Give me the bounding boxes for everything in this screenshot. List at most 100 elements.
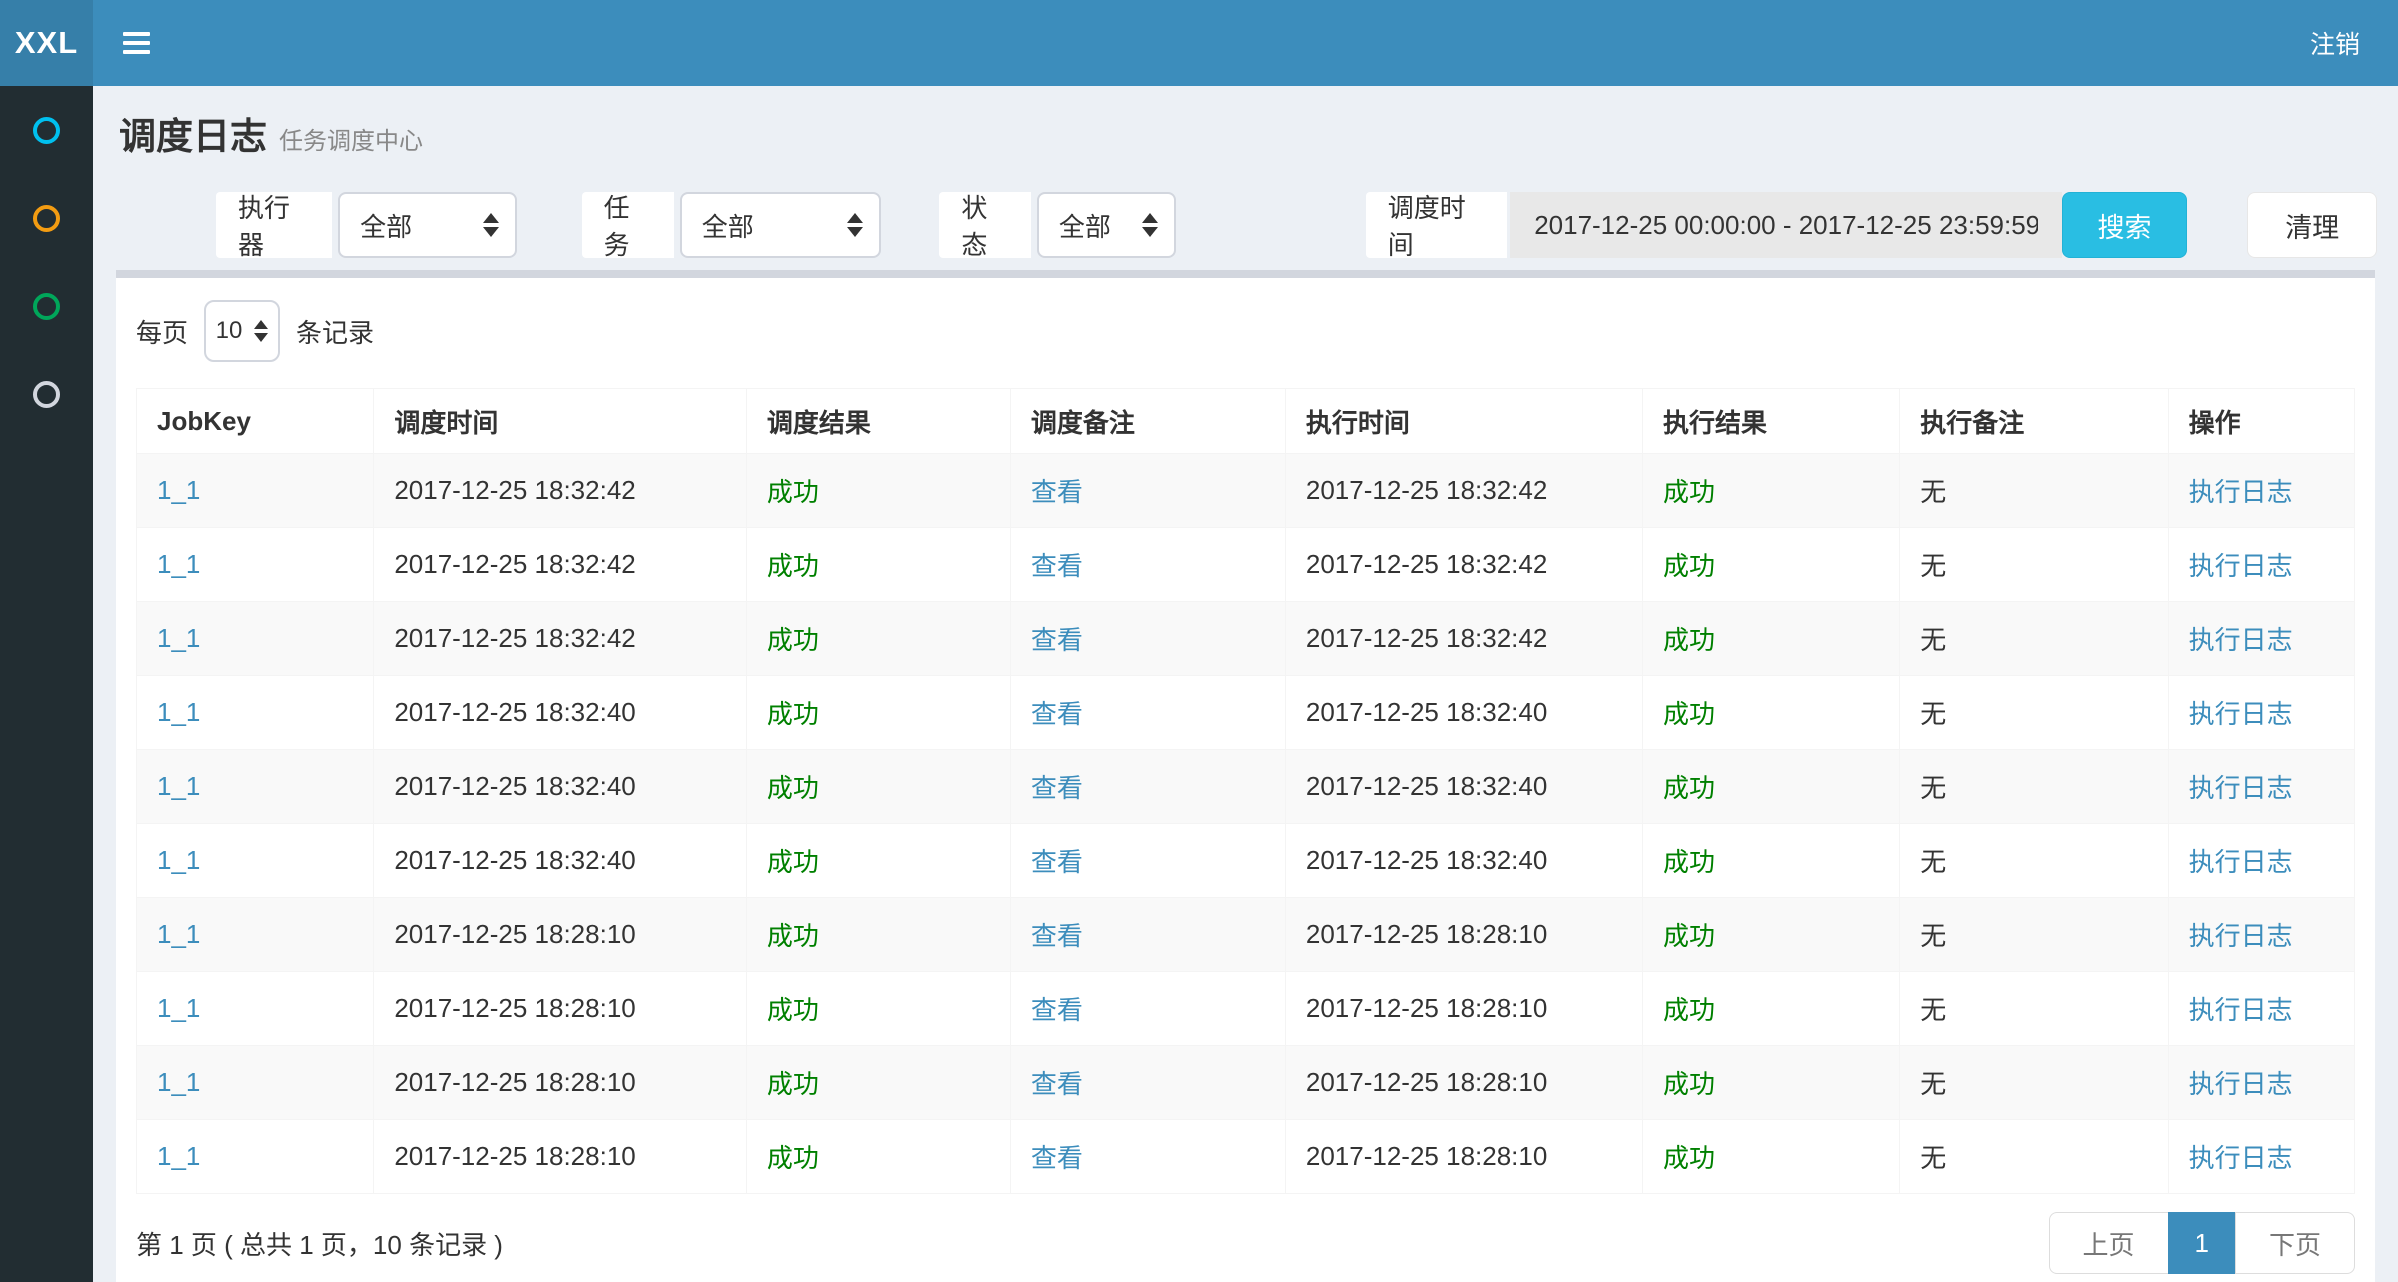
handle-result-cell: 成功 [1663, 699, 1715, 729]
trigger-msg-link[interactable]: 查看 [1031, 995, 1083, 1025]
exec-log-link[interactable]: 执行日志 [2189, 995, 2293, 1025]
sidebar-item-3[interactable] [0, 262, 93, 350]
jobkey-link[interactable]: 1_1 [157, 1141, 200, 1171]
trigger-msg-link-cell: 查看 [1010, 454, 1285, 528]
trigger-time-cell-cell: 2017-12-25 18:28:10 [374, 1120, 747, 1194]
exec-log-link[interactable]: 执行日志 [2189, 625, 2293, 655]
trigger-msg-link[interactable]: 查看 [1031, 921, 1083, 951]
trigger-result-cell: 成功 [767, 921, 819, 951]
status-select[interactable]: 全部 [1037, 192, 1176, 258]
jobkey-link[interactable]: 1_1 [157, 1067, 200, 1097]
status-filter-label: 状态 [939, 192, 1031, 258]
exec-log-link[interactable]: 执行日志 [2189, 921, 2293, 951]
trigger-msg-link[interactable]: 查看 [1031, 1069, 1083, 1099]
trigger-result-cell-cell: 成功 [746, 972, 1010, 1046]
page-size-select[interactable]: 10 [204, 300, 280, 362]
table-row: 1_12017-12-25 18:32:40成功查看2017-12-25 18:… [137, 750, 2355, 824]
hamburger-menu-icon[interactable] [119, 26, 154, 60]
jobkey-link[interactable]: 1_1 [157, 993, 200, 1023]
handle-time-cell-cell: 2017-12-25 18:32:42 [1285, 602, 1642, 676]
search-button[interactable]: 搜索 [2062, 192, 2188, 258]
trigger-time-cell-cell: 2017-12-25 18:32:40 [374, 824, 747, 898]
trigger-msg-link-cell: 查看 [1010, 1046, 1285, 1120]
pagination: 上页 1 下页 [2049, 1212, 2356, 1274]
column-header: 操作 [2168, 389, 2354, 454]
exec-log-link[interactable]: 执行日志 [2189, 699, 2293, 729]
exec-log-link[interactable]: 执行日志 [2189, 773, 2293, 803]
jobkey-link[interactable]: 1_1 [157, 845, 200, 875]
exec-log-link[interactable]: 执行日志 [2189, 551, 2293, 581]
trigger-result-cell: 成功 [767, 699, 819, 729]
sidebar-item-1[interactable] [0, 86, 93, 174]
jobkey-link[interactable]: 1_1 [157, 475, 200, 505]
trigger-msg-link[interactable]: 查看 [1031, 1143, 1083, 1173]
jobkey-link-cell: 1_1 [137, 972, 374, 1046]
trigger-time-cell-cell: 2017-12-25 18:28:10 [374, 1046, 747, 1120]
exec-log-link[interactable]: 执行日志 [2189, 847, 2293, 877]
clean-button[interactable]: 清理 [2247, 192, 2377, 258]
handle-time-cell: 2017-12-25 18:32:40 [1306, 845, 1547, 875]
sidebar-item-4[interactable] [0, 350, 93, 438]
jobkey-link[interactable]: 1_1 [157, 623, 200, 653]
jobkey-link[interactable]: 1_1 [157, 771, 200, 801]
handle-result-cell-cell: 成功 [1642, 454, 1899, 528]
handle-result-cell-cell: 成功 [1642, 1046, 1899, 1120]
exec-log-link[interactable]: 执行日志 [2189, 1069, 2293, 1099]
trigger-msg-link[interactable]: 查看 [1031, 625, 1083, 655]
executor-filter-label: 执行器 [216, 192, 332, 258]
handle-result-cell-cell: 成功 [1642, 750, 1899, 824]
trigger-time-cell: 2017-12-25 18:32:40 [394, 697, 635, 727]
jobkey-link-cell: 1_1 [137, 602, 374, 676]
jobkey-link-cell: 1_1 [137, 1120, 374, 1194]
jobkey-link[interactable]: 1_1 [157, 549, 200, 579]
trigger-time-cell: 2017-12-25 18:32:42 [394, 475, 635, 505]
exec-log-link[interactable]: 执行日志 [2189, 1143, 2293, 1173]
handle-time-cell-cell: 2017-12-25 18:32:42 [1285, 454, 1642, 528]
next-page-button[interactable]: 下页 [2235, 1212, 2355, 1274]
sidebar-item-2[interactable] [0, 174, 93, 262]
handle-time-cell: 2017-12-25 18:32:42 [1306, 623, 1547, 653]
trigger-time-range-input[interactable] [1510, 192, 2061, 258]
current-page-button[interactable]: 1 [2168, 1212, 2236, 1274]
jobkey-link[interactable]: 1_1 [157, 919, 200, 949]
page-size-suffix-label: 条记录 [296, 313, 374, 350]
trigger-result-cell: 成功 [767, 625, 819, 655]
trigger-msg-link[interactable]: 查看 [1031, 847, 1083, 877]
exec-log-link-cell: 执行日志 [2168, 676, 2354, 750]
exec-log-link[interactable]: 执行日志 [2189, 477, 2293, 507]
jobkey-link[interactable]: 1_1 [157, 697, 200, 727]
trigger-time-cell: 2017-12-25 18:32:40 [394, 845, 635, 875]
page-size-prefix-label: 每页 [136, 313, 188, 350]
handle-result-cell: 成功 [1663, 847, 1715, 877]
trigger-result-cell: 成功 [767, 1143, 819, 1173]
page-size-row: 每页 10 条记录 [136, 296, 2355, 366]
handle-msg-cell: 无 [1920, 1069, 1946, 1099]
handle-time-cell: 2017-12-25 18:32:40 [1306, 771, 1547, 801]
logout-link[interactable]: 注销 [2310, 25, 2360, 61]
handle-time-cell-cell: 2017-12-25 18:32:40 [1285, 824, 1642, 898]
handle-msg-cell-cell: 无 [1900, 602, 2168, 676]
executor-select[interactable]: 全部 [338, 192, 517, 258]
trigger-msg-link[interactable]: 查看 [1031, 551, 1083, 581]
handle-msg-cell-cell: 无 [1900, 454, 2168, 528]
circle-o-icon [33, 205, 60, 232]
handle-result-cell-cell: 成功 [1642, 898, 1899, 972]
trigger-msg-link-cell: 查看 [1010, 824, 1285, 898]
trigger-msg-link[interactable]: 查看 [1031, 477, 1083, 507]
trigger-result-cell-cell: 成功 [746, 1120, 1010, 1194]
prev-page-button[interactable]: 上页 [2049, 1212, 2169, 1274]
handle-time-cell: 2017-12-25 18:28:10 [1306, 1067, 1547, 1097]
top-navbar: 注销 [93, 0, 2398, 86]
status-select-value: 全部 [1059, 207, 1111, 244]
trigger-result-cell-cell: 成功 [746, 824, 1010, 898]
handle-result-cell-cell: 成功 [1642, 602, 1899, 676]
select-caret-icon [483, 213, 499, 237]
brand-logo[interactable]: XXL [0, 0, 93, 86]
handle-time-cell-cell: 2017-12-25 18:32:42 [1285, 528, 1642, 602]
job-select[interactable]: 全部 [680, 192, 882, 258]
exec-log-link-cell: 执行日志 [2168, 824, 2354, 898]
trigger-msg-link[interactable]: 查看 [1031, 699, 1083, 729]
trigger-msg-link[interactable]: 查看 [1031, 773, 1083, 803]
select-caret-icon [254, 320, 268, 342]
handle-msg-cell-cell: 无 [1900, 528, 2168, 602]
